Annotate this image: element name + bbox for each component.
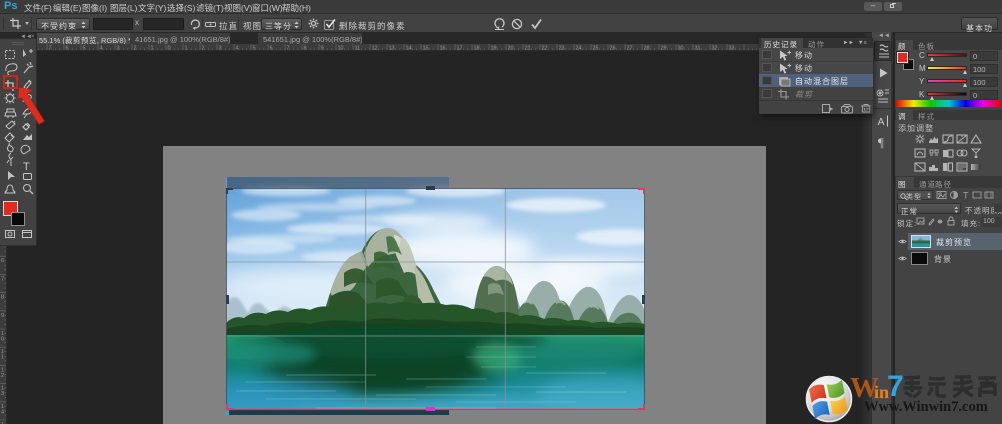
svg-text:7: 7 bbox=[1, 276, 4, 282]
svg-text:1: 1 bbox=[1, 355, 4, 361]
svg-text:0: 0 bbox=[1, 337, 4, 343]
svg-text:T: T bbox=[963, 191, 969, 201]
svg-text:¶: ¶ bbox=[878, 135, 884, 150]
svg-text:2: 2 bbox=[1, 373, 4, 379]
svg-text:T: T bbox=[23, 161, 30, 173]
svg-text:9: 9 bbox=[1, 313, 4, 319]
svg-text:6: 6 bbox=[1, 258, 4, 264]
svg-text:A: A bbox=[878, 116, 885, 128]
svg-text:3: 3 bbox=[1, 391, 4, 397]
svg-text:8: 8 bbox=[1, 295, 4, 301]
svg-text:4: 4 bbox=[1, 409, 4, 415]
